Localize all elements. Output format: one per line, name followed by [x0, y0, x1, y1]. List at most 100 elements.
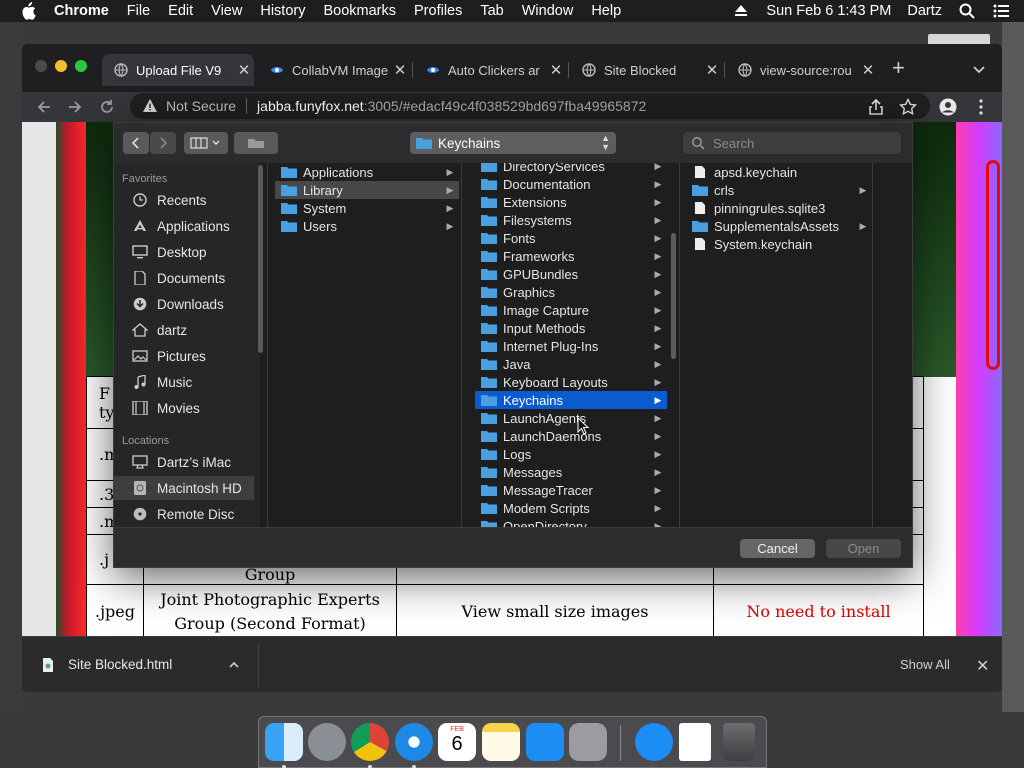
trash-icon[interactable]: [723, 723, 755, 761]
launchpad-icon[interactable]: [308, 723, 346, 761]
menu-tab[interactable]: Tab: [480, 3, 503, 19]
page-scrollbar[interactable]: [986, 160, 1000, 370]
tab-site-blocked[interactable]: Site Blocked ✕: [570, 54, 722, 86]
list-item[interactable]: Library ▶: [275, 181, 459, 199]
zoom-window-button[interactable]: [75, 60, 87, 72]
download-item[interactable]: Site Blocked.html: [42, 657, 172, 672]
list-item[interactable]: MessageTracer ▶: [475, 481, 667, 499]
list-item[interactable]: Frameworks ▶: [475, 247, 667, 265]
sidebar-item-movies[interactable]: Movies: [114, 396, 254, 420]
menubar-user[interactable]: Dartz: [907, 3, 942, 19]
show-all-button[interactable]: Show All: [900, 657, 950, 672]
list-item[interactable]: SupplementalsAssets ▶: [686, 217, 872, 235]
list-item[interactable]: Applications ▶: [275, 163, 459, 181]
menu-history[interactable]: History: [260, 3, 305, 19]
list-item[interactable]: LaunchAgents ▶: [475, 409, 667, 427]
close-window-button[interactable]: [35, 60, 47, 72]
menu-help[interactable]: Help: [591, 3, 621, 19]
tab-view-source[interactable]: view-source:rou ✕: [726, 54, 878, 86]
safari-icon[interactable]: [395, 723, 433, 761]
menubar-clock[interactable]: Sun Feb 6 1:43 PM: [766, 3, 891, 19]
list-item[interactable]: OpenDirectory ▶: [475, 517, 667, 527]
tab-upload-file[interactable]: Upload File V9 ✕: [102, 54, 254, 86]
sidebar-scrollbar[interactable]: [258, 165, 263, 353]
notes-icon[interactable]: [482, 723, 520, 761]
sidebar-item-music[interactable]: Music: [114, 370, 254, 394]
list-item[interactable]: crls ▶: [686, 181, 872, 199]
list-item[interactable]: Modem Scripts ▶: [475, 499, 667, 517]
list-item[interactable]: Documentation ▶: [475, 175, 667, 193]
list-item[interactable]: Extensions ▶: [475, 193, 667, 211]
close-tab-icon[interactable]: ✕: [546, 61, 566, 79]
tab-search-chevron-icon[interactable]: [972, 62, 986, 76]
sidebar-item-imac[interactable]: Dartz’s iMac: [114, 450, 254, 474]
menu-edit[interactable]: Edit: [168, 3, 193, 19]
list-item[interactable]: Messages ▶: [475, 463, 667, 481]
menu-profiles[interactable]: Profiles: [414, 3, 462, 19]
list-item[interactable]: Fonts ▶: [475, 229, 667, 247]
menu-bookmarks[interactable]: Bookmarks: [323, 3, 396, 19]
list-item[interactable]: Input Methods ▶: [475, 319, 667, 337]
close-icon[interactable]: ✕: [976, 656, 989, 676]
menu-app-chrome[interactable]: Chrome: [54, 3, 109, 19]
sidebar-item-remote-disc[interactable]: Remote Disc: [114, 502, 254, 526]
forward-button[interactable]: [150, 132, 176, 154]
sidebar-item-dartz[interactable]: dartz: [114, 318, 254, 342]
system-preferences-icon[interactable]: [569, 723, 607, 761]
close-tab-icon[interactable]: ✕: [702, 61, 722, 79]
menu-view[interactable]: View: [211, 3, 242, 19]
minimize-window-button[interactable]: [55, 60, 67, 72]
app-store-alt-icon[interactable]: [635, 723, 673, 761]
list-item[interactable]: apsd.keychain: [686, 163, 872, 181]
sidebar-item-downloads[interactable]: Downloads: [114, 292, 254, 316]
apple-menu-icon[interactable]: [20, 1, 36, 21]
share-icon[interactable]: [867, 98, 885, 116]
list-item-selected[interactable]: Keychains ▶: [475, 391, 667, 409]
close-tab-icon[interactable]: ✕: [858, 61, 878, 79]
sidebar-item-macintosh-hd[interactable]: Macintosh HD: [114, 476, 254, 500]
forward-arrow-icon[interactable]: [66, 98, 84, 116]
sidebar-item-desktop[interactable]: Desktop: [114, 240, 254, 264]
sidebar-item-pictures[interactable]: Pictures: [114, 344, 254, 368]
list-item[interactable]: Keyboard Layouts ▶: [475, 373, 667, 391]
list-item[interactable]: Logs ▶: [475, 445, 667, 463]
list-item[interactable]: GPUBundles ▶: [475, 265, 667, 283]
open-button[interactable]: Open: [826, 539, 901, 558]
reload-icon[interactable]: [98, 98, 116, 116]
back-arrow-icon[interactable]: [35, 98, 53, 116]
tab-auto-clickers[interactable]: Auto Clickers ar ✕: [414, 54, 566, 86]
eject-icon[interactable]: [732, 2, 750, 20]
back-button[interactable]: [123, 132, 149, 154]
profile-avatar-icon[interactable]: [939, 98, 957, 116]
list-item[interactable]: System ▶: [275, 199, 459, 217]
sidebar-item-documents[interactable]: Documents: [114, 266, 254, 290]
list-item[interactable]: Filesystems ▶: [475, 211, 667, 229]
calendar-icon[interactable]: FEB 6: [438, 723, 476, 761]
bookmark-star-icon[interactable]: [899, 98, 917, 116]
kebab-menu-icon[interactable]: [972, 98, 990, 116]
list-item[interactable]: LaunchDaemons ▶: [475, 427, 667, 445]
chrome-icon[interactable]: [351, 723, 389, 761]
new-tab-button[interactable]: +: [892, 57, 905, 79]
list-item[interactable]: System.keychain: [686, 235, 872, 253]
html-file-icon[interactable]: [679, 723, 711, 761]
close-tab-icon[interactable]: ✕: [234, 61, 254, 79]
list-item[interactable]: Image Capture ▶: [475, 301, 667, 319]
list-item[interactable]: Users ▶: [275, 217, 459, 235]
not-secure-label[interactable]: Not Secure: [166, 98, 236, 114]
list-item[interactable]: Java ▶: [475, 355, 667, 373]
list-item[interactable]: DirectoryServices ▶: [475, 163, 667, 175]
close-tab-icon[interactable]: ✕: [390, 61, 410, 79]
chevron-up-icon[interactable]: [228, 659, 240, 671]
view-mode-button[interactable]: [184, 132, 228, 154]
menu-file[interactable]: File: [127, 3, 150, 19]
list-item[interactable]: Graphics ▶: [475, 283, 667, 301]
finder-icon[interactable]: [265, 723, 303, 761]
list-item[interactable]: Internet Plug-Ins ▶: [475, 337, 667, 355]
app-store-icon[interactable]: [526, 723, 564, 761]
address-bar[interactable]: Not Secure jabba.funyfox.net:3005/#edacf…: [130, 93, 930, 119]
sidebar-item-applications[interactable]: Applications: [114, 214, 254, 238]
new-folder-button[interactable]: [234, 132, 278, 154]
control-center-icon[interactable]: [992, 2, 1010, 20]
sidebar-item-recents[interactable]: Recents: [114, 188, 254, 212]
